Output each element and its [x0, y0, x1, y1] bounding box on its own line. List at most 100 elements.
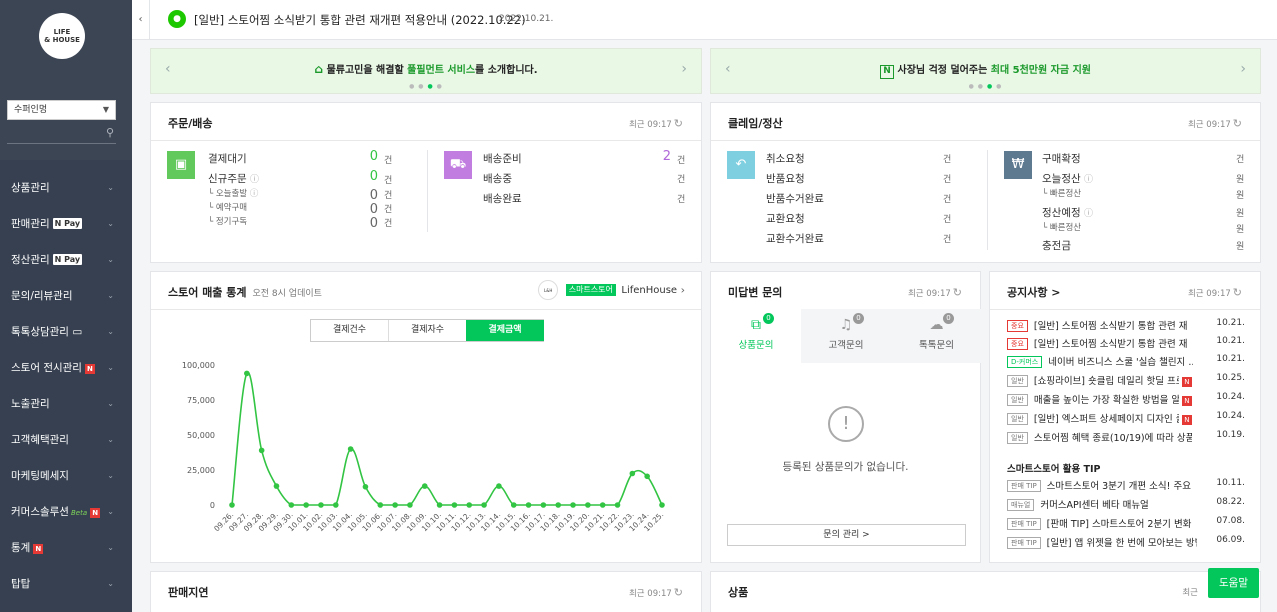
- data-point[interactable]: [318, 502, 324, 508]
- carousel-dots[interactable]: ● ● ● ●: [151, 83, 701, 90]
- order-label[interactable]: 배송준비: [483, 151, 522, 166]
- data-point[interactable]: [481, 502, 487, 508]
- nav-statistics[interactable]: 통계 N ⌄: [0, 530, 132, 566]
- help-button[interactable]: 도움말: [1208, 568, 1259, 598]
- notice-item[interactable]: 일반 매출을 높이는 가장 확실한 방법을 알...N 10.24.: [1007, 392, 1245, 410]
- refresh-icon[interactable]: ↻: [674, 586, 683, 599]
- tab-customer-inquiry[interactable]: ♫ 0 고객문의: [801, 309, 892, 363]
- notice-item[interactable]: 중요 [일반] 스토어찜 소식받기 통합 관련 재... 10.21.: [1007, 318, 1245, 336]
- search-icon[interactable]: ⚲: [106, 126, 114, 139]
- store-logo[interactable]: LIFE & HOUSE: [39, 13, 85, 59]
- refresh-icon[interactable]: ↻: [674, 117, 683, 130]
- order-sublabel-wrap[interactable]: └ 오늘출발 ⓘ: [208, 187, 258, 199]
- notice-item[interactable]: 일반 [쇼핑라이브] 숏클립 데일리 핫딜 프로...N 10.25.: [1007, 373, 1245, 391]
- order-label[interactable]: 결제대기: [208, 151, 247, 166]
- settle-label[interactable]: 충전금: [1042, 238, 1071, 253]
- refresh-icon[interactable]: ↻: [1233, 286, 1242, 299]
- order-value[interactable]: 2: [641, 149, 671, 164]
- info-icon[interactable]: ⓘ: [1084, 209, 1093, 219]
- data-point[interactable]: [614, 502, 621, 508]
- notice-item[interactable]: 일반 [일반] 엑스퍼트 상세페이지 디자인 클...N 10.24.: [1007, 411, 1245, 429]
- order-value[interactable]: 0: [351, 202, 378, 217]
- data-point[interactable]: [599, 502, 606, 508]
- nav-store-display[interactable]: 스토어 전시관리 N ⌄: [0, 350, 132, 386]
- tab-payment-count[interactable]: 결제건수: [311, 320, 389, 341]
- claim-label[interactable]: 교환수거완료: [766, 231, 824, 246]
- tab-payer-count[interactable]: 결제자수: [389, 320, 467, 341]
- data-point[interactable]: [540, 502, 547, 508]
- carousel-dots[interactable]: ● ● ● ●: [711, 83, 1260, 90]
- data-point[interactable]: [392, 502, 398, 508]
- chevron-right-icon[interactable]: ›: [1240, 61, 1246, 77]
- top-notice-link[interactable]: [일반] 스토어찜 소식받기 통합 관련 재개편 적용안내 (2022.10.2…: [194, 12, 526, 28]
- tip-item[interactable]: 판매 TIP 스마트스토어 3분기 개편 소식! 주요 ... 10.11.: [1007, 478, 1245, 496]
- tab-payment-amount[interactable]: 결제금액: [466, 320, 544, 341]
- order-sublabel-wrap[interactable]: └ 정기구독: [208, 215, 247, 227]
- claim-label[interactable]: 반품수거완료: [766, 191, 824, 206]
- data-point[interactable]: [510, 502, 517, 508]
- tab-product-inquiry[interactable]: ⧉ 0 상품문의: [711, 309, 802, 363]
- info-icon[interactable]: ⓘ: [1084, 175, 1093, 185]
- order-value[interactable]: 0: [351, 216, 378, 231]
- settle-sublabel-wrap[interactable]: └ 빠른정산: [1042, 221, 1081, 233]
- data-point[interactable]: [273, 483, 280, 489]
- banner-fulfillment[interactable]: ‹ ⌂ 물류고민을 해결할 풀필먼트 서비스를 소개합니다. › ● ● ● ●: [150, 48, 702, 94]
- order-value[interactable]: 0: [351, 188, 378, 203]
- order-label-wrap[interactable]: 신규주문 ⓘ: [208, 171, 259, 186]
- data-point[interactable]: [258, 447, 265, 454]
- notice-item[interactable]: 일반 스토어찜 혜택 종료(10/19)에 따라 상품 ... 10.19.: [1007, 430, 1245, 448]
- nav-product[interactable]: 상품관리 ⌄: [0, 170, 132, 206]
- role-select[interactable]: 수퍼인멍 ▼: [7, 100, 116, 120]
- nav-commerce-solution[interactable]: 커머스솔루션 Beta N ⌄: [0, 494, 132, 530]
- nav-exposure[interactable]: 노출관리 ⌄: [0, 386, 132, 422]
- settle-label-wrap[interactable]: 오늘정산 ⓘ: [1042, 171, 1093, 186]
- order-value[interactable]: 0: [351, 169, 378, 184]
- collapse-sidebar-button[interactable]: ‹: [132, 0, 150, 40]
- nav-settlement[interactable]: 정산관리 N Pay ⌄: [0, 242, 132, 278]
- order-label[interactable]: 배송중: [483, 171, 512, 186]
- data-point[interactable]: [332, 502, 339, 508]
- inquiry-manage-button[interactable]: 문의 관리 >: [727, 524, 966, 546]
- data-point[interactable]: [421, 483, 428, 489]
- nav-talktalk[interactable]: 톡톡상담관리 ▭ ⌄: [0, 314, 132, 350]
- data-point[interactable]: [585, 502, 591, 508]
- tip-item[interactable]: 판매 TIP [판매 TIP] 스마트스토어 2분기 변화 ... 07.08.: [1007, 516, 1245, 534]
- settle-label-wrap[interactable]: 정산예정 ⓘ: [1042, 205, 1093, 220]
- info-icon[interactable]: ⓘ: [250, 175, 259, 185]
- data-point[interactable]: [555, 502, 562, 508]
- chevron-right-icon[interactable]: ›: [681, 61, 687, 77]
- menu-search-input[interactable]: ⚲: [7, 124, 116, 144]
- data-point[interactable]: [466, 502, 473, 508]
- data-point[interactable]: [644, 473, 650, 480]
- settle-sublabel-wrap[interactable]: └ 빠른정산: [1042, 187, 1081, 199]
- data-point[interactable]: [377, 502, 384, 508]
- nav-sales[interactable]: 판매관리 N Pay ⌄: [0, 206, 132, 242]
- tip-item[interactable]: 판매 TIP [일반] 앱 위젯을 한 번에 모아보는 방법! 06.09.: [1007, 535, 1245, 553]
- banner-funding[interactable]: ‹ N 사장님 걱정 덜어주는 최대 5천만원 자금 지원 › ● ● ● ●: [710, 48, 1261, 94]
- data-point[interactable]: [525, 502, 532, 508]
- data-point[interactable]: [659, 502, 665, 508]
- notice-item[interactable]: 중요 [일반] 스토어찜 소식받기 통합 관련 재... 10.21.: [1007, 336, 1245, 354]
- info-icon[interactable]: ⓘ: [250, 189, 259, 199]
- data-point[interactable]: [570, 502, 576, 508]
- nav-tab[interactable]: 탑탑 ⌄: [0, 566, 132, 602]
- nav-benefit[interactable]: 고객혜택관리 ⌄: [0, 422, 132, 458]
- nav-inquiry-review[interactable]: 문의/리뷰관리 ⌄: [0, 278, 132, 314]
- data-point[interactable]: [362, 484, 369, 490]
- data-point[interactable]: [496, 483, 502, 489]
- refresh-icon[interactable]: ↻: [1233, 117, 1242, 130]
- data-point[interactable]: [629, 470, 636, 477]
- order-sublabel-wrap[interactable]: └ 예약구매: [208, 201, 247, 213]
- data-point[interactable]: [244, 370, 250, 377]
- data-point[interactable]: [436, 502, 443, 508]
- store-selector[interactable]: L&H 스마트스토어 LifenHouse ›: [538, 280, 685, 302]
- tip-item[interactable]: 매뉴얼 커머스API센터 베타 매뉴얼 08.22.: [1007, 497, 1245, 515]
- nav-marketing[interactable]: 마케팅메세지 ⌄: [0, 458, 132, 494]
- data-point[interactable]: [407, 502, 413, 508]
- claim-label[interactable]: 교환요청: [766, 211, 805, 226]
- data-point[interactable]: [451, 502, 458, 508]
- claim-label[interactable]: 반품요청: [766, 171, 805, 186]
- notice-item[interactable]: D-커머스 네이버 비즈니스 스쿨 '실습 챌린지 ... 10.21.: [1007, 354, 1245, 372]
- refresh-icon[interactable]: ↻: [953, 286, 962, 299]
- data-point[interactable]: [347, 446, 354, 452]
